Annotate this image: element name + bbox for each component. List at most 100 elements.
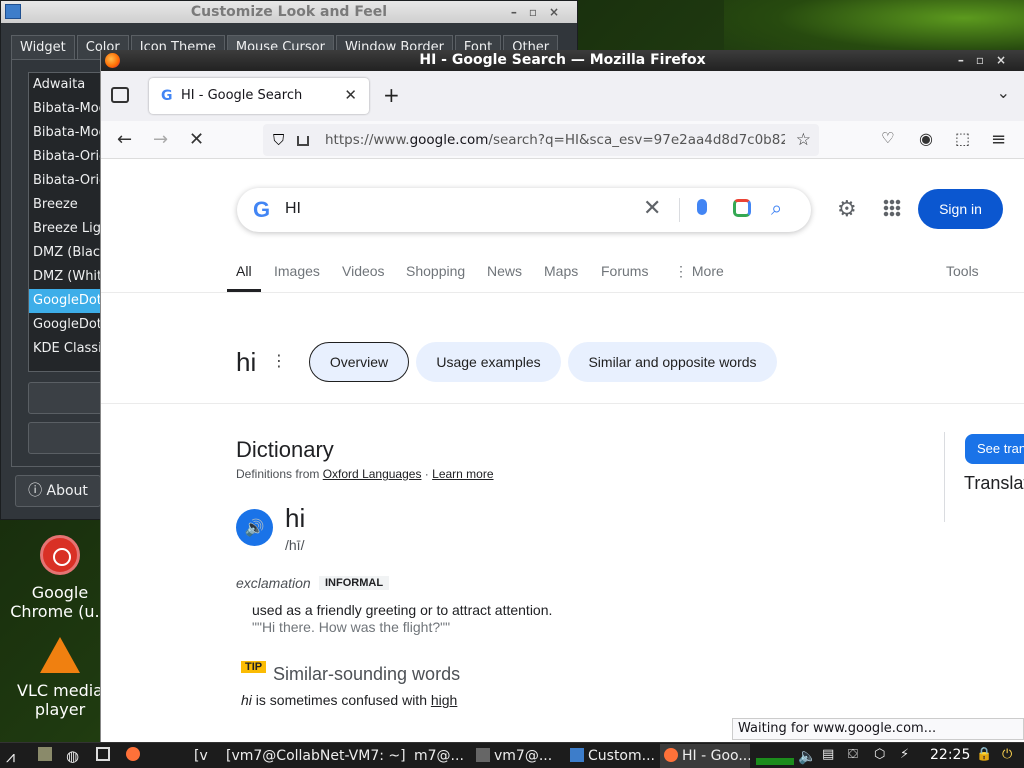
start-menu-icon[interactable]: ⩘ [6, 747, 15, 765]
close-tab-icon[interactable]: ✕ [344, 86, 357, 104]
taskbar-task-firefox[interactable]: HI - Goo... [660, 744, 750, 768]
tab-strip: G HI - Google Search ✕ + ⌄ [101, 71, 1024, 121]
taskbar-task-terminal[interactable]: vm7@... [472, 744, 560, 768]
tip-title: Similar-sounding words [273, 664, 461, 684]
filter-tab-more[interactable]: ⋮ More [674, 263, 724, 280]
tab-widget[interactable]: Widget [11, 35, 75, 59]
filter-tab-forums[interactable]: Forums [601, 263, 648, 279]
google-results-page: G HI ✕ ⌕ ⚙ Sign in All Images Videos Sho… [101, 159, 1024, 742]
window-controls[interactable]: –▫× [958, 50, 1018, 71]
clipboard-icon[interactable]: ▤ [822, 747, 834, 765]
clock[interactable]: 22:25 [930, 747, 970, 763]
dictionary-source: Definitions from Oxford Languages · Lear… [236, 467, 494, 481]
headword: hi [285, 503, 306, 533]
query-word: hi [236, 347, 257, 377]
security-icon[interactable]: ⬡ [874, 747, 885, 765]
navigation-toolbar: ← → ✕ ⛉ https://www.google.com/search?q=… [101, 121, 1024, 159]
oxford-languages-link[interactable]: Oxford Languages [323, 467, 422, 481]
more-options-icon[interactable]: ⋮ [271, 351, 287, 370]
see-translations-button[interactable]: See translations [965, 434, 1024, 464]
network-icon[interactable]: ⚡ [900, 747, 909, 765]
divider [101, 403, 1024, 404]
filter-tab-videos[interactable]: Videos [342, 263, 385, 279]
account-icon[interactable]: ◉ [919, 129, 933, 148]
file-manager-icon[interactable] [38, 747, 56, 765]
divider [944, 432, 945, 522]
search-icon[interactable]: ⌕ [771, 196, 782, 220]
browser-tab[interactable]: G HI - Google Search ✕ [149, 78, 369, 114]
search-input[interactable]: HI [285, 200, 301, 218]
tools-button[interactable]: Tools [946, 263, 979, 279]
chip-usage-examples[interactable]: Usage examples [416, 342, 561, 382]
clear-search-icon[interactable]: ✕ [643, 196, 661, 221]
part-of-speech: exclamation [236, 575, 311, 591]
learn-more-link[interactable]: Learn more [432, 467, 493, 481]
window-title: HI - Google Search — Mozilla Firefox [419, 52, 706, 68]
about-label: About [46, 483, 88, 499]
tip-text: hi is sometimes confused with high [241, 692, 458, 708]
list-all-tabs-icon[interactable]: ⌄ [997, 83, 1010, 102]
desktop-icon-vlc[interactable]: VLC media player [5, 637, 115, 719]
taskbar-task-terminal[interactable]: m7@... [410, 744, 468, 768]
window-controls[interactable]: –▫× [511, 1, 571, 23]
settings-gear-icon[interactable]: ⚙ [837, 197, 857, 222]
desktop-icon-label: Google Chrome (u... [10, 583, 110, 621]
pronunciation-speaker-icon[interactable]: 🔊 [236, 509, 273, 546]
desktop-icon-label: VLC media player [17, 681, 103, 719]
register-badge: INFORMAL [319, 576, 390, 590]
tab-manager-icon[interactable] [111, 87, 129, 103]
about-button[interactable]: ⓘ About [15, 475, 101, 507]
filter-tab-all[interactable]: All [227, 263, 260, 292]
web-browser-icon[interactable]: ◍ [66, 747, 79, 765]
search-filter-tabs: All Images Videos Shopping News Maps For… [226, 263, 1024, 292]
app-icon [5, 4, 21, 19]
taskbar-task-terminal[interactable]: [vm7@CollabNet-VM7: ~] [222, 744, 410, 768]
window-titlebar[interactable]: HI - Google Search — Mozilla Firefox –▫× [101, 50, 1024, 71]
lock-icon[interactable] [297, 136, 309, 146]
firefox-window: HI - Google Search — Mozilla Firefox –▫×… [100, 50, 1024, 742]
new-tab-icon[interactable]: + [383, 83, 400, 107]
google-lens-icon[interactable] [733, 199, 751, 217]
translate-heading: Translate [964, 473, 1024, 493]
filter-tab-shopping[interactable]: Shopping [406, 263, 465, 279]
lock-screen-icon[interactable]: 🔒 [976, 747, 992, 765]
extensions-icon[interactable]: ⬚ [955, 129, 970, 148]
chrome-icon [40, 535, 80, 575]
taskbar-task-customize[interactable]: Custom... [566, 744, 656, 768]
taskbar-task-terminal[interactable]: [v [190, 744, 222, 768]
firefox-launcher-icon[interactable] [126, 747, 144, 765]
divider [679, 198, 680, 222]
menu-icon[interactable]: ≡ [991, 129, 1006, 150]
volume-icon[interactable]: 🔈 [798, 747, 817, 765]
show-desktop-icon[interactable] [96, 747, 114, 765]
voice-search-icon[interactable] [697, 199, 707, 215]
tracking-protection-icon[interactable]: ⛉ [273, 131, 284, 149]
sign-in-button[interactable]: Sign in [918, 189, 1003, 229]
url-bar[interactable]: ⛉ https://www.google.com/search?q=HI&sca… [263, 124, 819, 156]
desktop-icon-chrome[interactable]: Google Chrome (u... [5, 535, 115, 621]
chip-overview[interactable]: Overview [309, 342, 409, 382]
filter-tab-news[interactable]: News [487, 263, 522, 279]
window-titlebar[interactable]: Customize Look and Feel –▫× [1, 1, 577, 23]
bookmark-star-icon[interactable]: ☆ [796, 130, 811, 150]
window-title: Customize Look and Feel [190, 4, 388, 20]
tab-title: HI - Google Search [181, 88, 303, 103]
high-link[interactable]: high [431, 692, 457, 708]
search-box[interactable]: G HI ✕ ⌕ [237, 188, 811, 232]
divider [101, 292, 1024, 293]
filter-tab-maps[interactable]: Maps [544, 263, 578, 279]
filter-tab-images[interactable]: Images [274, 263, 320, 279]
google-apps-icon[interactable] [883, 199, 901, 217]
definition-text: used as a friendly greeting or to attrac… [252, 602, 553, 618]
pocket-icon[interactable]: ♡ [881, 129, 894, 147]
dictionary-heading: Dictionary [236, 437, 334, 462]
update-icon[interactable]: ⛋ [848, 747, 858, 765]
back-icon[interactable]: ← [117, 129, 132, 150]
chip-similar-opposite-words[interactable]: Similar and opposite words [568, 342, 777, 382]
url-text[interactable]: https://www.google.com/search?q=HI&sca_e… [325, 132, 785, 148]
google-logo-icon: G [253, 197, 271, 222]
forward-icon[interactable]: → [153, 129, 168, 150]
status-bar: Waiting for www.google.com... [732, 718, 1024, 740]
power-icon[interactable]: ⏻ [1002, 747, 1012, 765]
stop-loading-icon[interactable]: ✕ [189, 129, 204, 150]
